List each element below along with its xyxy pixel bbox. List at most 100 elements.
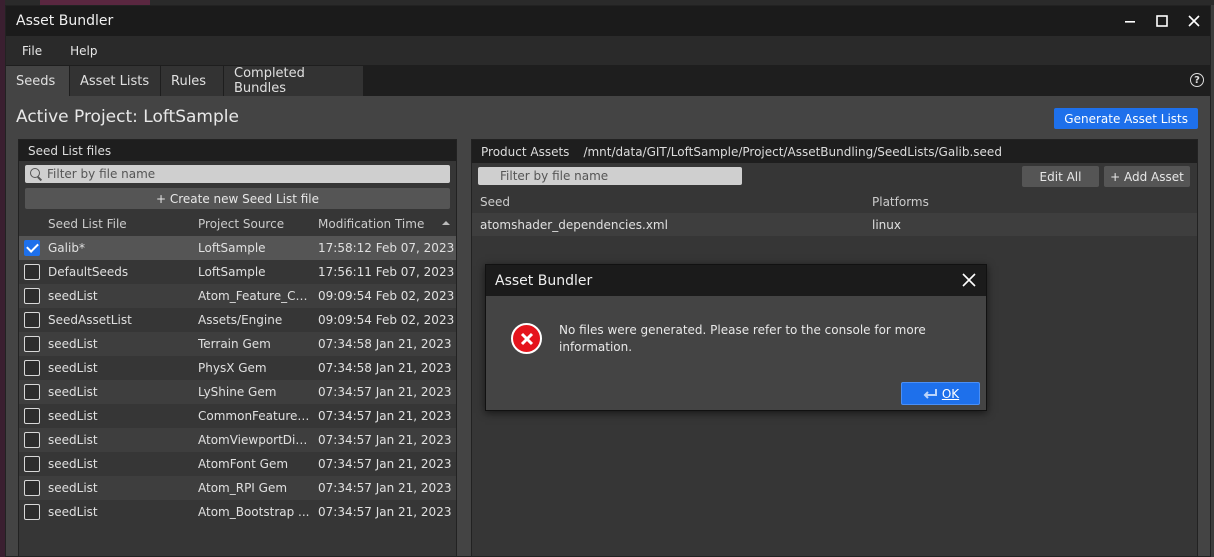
- table-row[interactable]: seedList AtomFont Gem 07:34:57 Jan 21, 202…: [19, 452, 456, 476]
- modification-time-cell: 07:34:57 Jan 21, 2023: [318, 433, 452, 447]
- menu-file[interactable]: File: [12, 44, 52, 58]
- tab-seeds[interactable]: Seeds: [6, 66, 70, 96]
- project-source-cell: CommonFeatures...: [198, 409, 316, 423]
- table-row[interactable]: atomshader_dependencies.xml linux: [472, 213, 1197, 236]
- table-row[interactable]: seedList AtomViewportDis... 07:34:57 Jan 2…: [19, 428, 456, 452]
- close-icon: [1188, 15, 1200, 27]
- seed-file-cell: seedList: [48, 481, 98, 495]
- project-source-cell: LoftSample: [198, 241, 266, 255]
- close-button[interactable]: [1178, 6, 1210, 36]
- ok-button[interactable]: OK: [901, 382, 980, 405]
- product-toolbar: Filter by file name Edit All + Add Asset: [472, 163, 1197, 189]
- minimize-button[interactable]: [1114, 6, 1146, 36]
- maximize-button[interactable]: [1146, 6, 1178, 36]
- project-source-cell: LoftSample: [198, 265, 266, 279]
- seed-file-path: /mnt/data/GIT/LoftSample/Project/AssetBu…: [583, 144, 1002, 159]
- seed-file-cell: Galib*: [48, 241, 85, 255]
- row-checkbox[interactable]: [24, 288, 40, 304]
- dialog-title: Asset Bundler: [495, 272, 593, 289]
- modification-time-cell: 07:34:57 Jan 21, 2023: [318, 457, 452, 471]
- row-checkbox[interactable]: [24, 480, 40, 496]
- modification-time-cell: 07:34:57 Jan 21, 2023: [318, 385, 452, 399]
- modification-time-cell: 17:56:11 Feb 07, 2023: [318, 265, 455, 279]
- seed-file-cell: DefaultSeeds: [48, 265, 129, 279]
- table-row[interactable]: Galib* LoftSample 17:58:12 Feb 07, 2023: [19, 236, 456, 260]
- seed-file-cell: seedList: [48, 505, 98, 519]
- edit-all-button[interactable]: Edit All: [1022, 166, 1099, 187]
- error-icon: [511, 323, 542, 354]
- project-source-cell: AtomViewportDis...: [198, 433, 314, 447]
- table-row[interactable]: seedList Atom_Bootstrap ... 07:34:57 Jan 2…: [19, 500, 456, 524]
- product-filter-input[interactable]: Filter by file name: [478, 167, 742, 185]
- table-row[interactable]: seedList Terrain Gem 07:34:58 Jan 21, 2023: [19, 332, 456, 356]
- platform-cell: linux: [872, 217, 901, 232]
- modification-time-cell: 17:58:12 Feb 07, 2023: [318, 241, 455, 255]
- dialog-close-button[interactable]: [960, 271, 978, 289]
- row-checkbox[interactable]: [24, 336, 40, 352]
- table-row[interactable]: seedList Atom_RPI Gem 07:34:57 Jan 21, 202…: [19, 476, 456, 500]
- modification-time-cell: 09:09:54 Feb 02, 2023: [318, 289, 455, 303]
- seed-file-cell: seedList: [48, 337, 98, 351]
- column-platforms[interactable]: Platforms: [872, 195, 929, 209]
- modification-time-cell: 07:34:57 Jan 21, 2023: [318, 409, 452, 423]
- column-seed-list-file[interactable]: Seed List File: [19, 217, 198, 231]
- table-row[interactable]: seedList CommonFeatures... 07:34:57 Jan 21…: [19, 404, 456, 428]
- tab-bar: Seeds Asset Lists Rules Completed Bundle…: [6, 65, 1210, 96]
- seed-cell: atomshader_dependencies.xml: [480, 217, 668, 232]
- maximize-icon: [1156, 15, 1168, 27]
- project-header: Active Project: LoftSample Generate Asse…: [6, 96, 1210, 138]
- create-seed-list-button[interactable]: + Create new Seed List file: [25, 188, 450, 209]
- seed-list-panel: Seed List files Filter by file name + Cr…: [18, 139, 457, 556]
- ok-label: OK: [941, 386, 960, 401]
- modification-time-cell: 07:34:58 Jan 21, 2023: [318, 361, 452, 375]
- row-checkbox[interactable]: [24, 264, 40, 280]
- dialog-title-bar: Asset Bundler: [486, 265, 986, 296]
- menu-help[interactable]: Help: [60, 44, 107, 58]
- table-row[interactable]: seedList LyShine Gem 07:34:57 Jan 21, 2023: [19, 380, 456, 404]
- help-icon[interactable]: ?: [1190, 73, 1204, 87]
- add-asset-button[interactable]: + Add Asset: [1104, 166, 1190, 187]
- seed-list-header: Seed List files: [19, 140, 456, 161]
- modification-time-cell: 07:34:57 Jan 21, 2023: [318, 481, 452, 495]
- row-checkbox[interactable]: [24, 456, 40, 472]
- seed-filter-input[interactable]: Filter by file name: [25, 165, 450, 183]
- column-seed[interactable]: Seed: [472, 195, 872, 209]
- column-modification-time[interactable]: Modification Time: [318, 217, 448, 231]
- table-row[interactable]: SeedAssetList Assets/Engine 09:09:54 Feb 0…: [19, 308, 456, 332]
- tab-asset-lists[interactable]: Asset Lists: [70, 66, 161, 96]
- project-source-cell: Atom_Feature_Co...: [198, 289, 315, 303]
- row-checkbox[interactable]: [24, 360, 40, 376]
- tab-completed-bundles[interactable]: Completed Bundles: [224, 66, 364, 96]
- seed-filter-placeholder: Filter by file name: [47, 167, 156, 181]
- row-checkbox[interactable]: [24, 312, 40, 328]
- table-row[interactable]: DefaultSeeds LoftSample 17:56:11 Feb 07, 2…: [19, 260, 456, 284]
- search-icon: [30, 168, 42, 180]
- dialog-message: No files were generated. Please refer to…: [559, 323, 926, 354]
- project-source-cell: LyShine Gem: [198, 385, 277, 399]
- table-row[interactable]: seedList Atom_Feature_Co... 09:09:54 Feb 0…: [19, 284, 456, 308]
- tab-rules[interactable]: Rules: [161, 66, 224, 96]
- row-checkbox[interactable]: [24, 240, 40, 256]
- column-project-source[interactable]: Project Source: [198, 217, 318, 231]
- generate-asset-lists-button[interactable]: Generate Asset Lists: [1054, 108, 1198, 129]
- seed-file-cell: seedList: [48, 433, 98, 447]
- error-dialog: Asset Bundler No files were generated. P…: [485, 264, 987, 411]
- seed-file-cell: seedList: [48, 385, 98, 399]
- modification-time-cell: 09:09:54 Feb 02, 2023: [318, 313, 455, 327]
- table-row[interactable]: seedList PhysX Gem 07:34:58 Jan 21, 2023: [19, 356, 456, 380]
- seed-file-cell: seedList: [48, 457, 98, 471]
- seed-table-header: Seed List File Project Source Modificati…: [19, 212, 456, 236]
- row-checkbox[interactable]: [24, 384, 40, 400]
- project-source-cell: Terrain Gem: [198, 337, 271, 351]
- row-checkbox[interactable]: [24, 408, 40, 424]
- menu-bar: File Help: [6, 36, 1210, 65]
- product-assets-header: Product Assets /mnt/data/GIT/LoftSample/…: [472, 140, 1197, 163]
- product-filter-placeholder: Filter by file name: [500, 169, 609, 183]
- seed-file-cell: seedList: [48, 409, 98, 423]
- project-source-cell: Atom_RPI Gem: [198, 481, 288, 495]
- row-checkbox[interactable]: [24, 432, 40, 448]
- minimize-icon: [1125, 21, 1135, 23]
- seed-table-body: Galib* LoftSample 17:58:12 Feb 07, 2023 Def…: [19, 236, 456, 524]
- row-checkbox[interactable]: [24, 504, 40, 520]
- product-table-header: Seed Platforms: [472, 190, 1197, 213]
